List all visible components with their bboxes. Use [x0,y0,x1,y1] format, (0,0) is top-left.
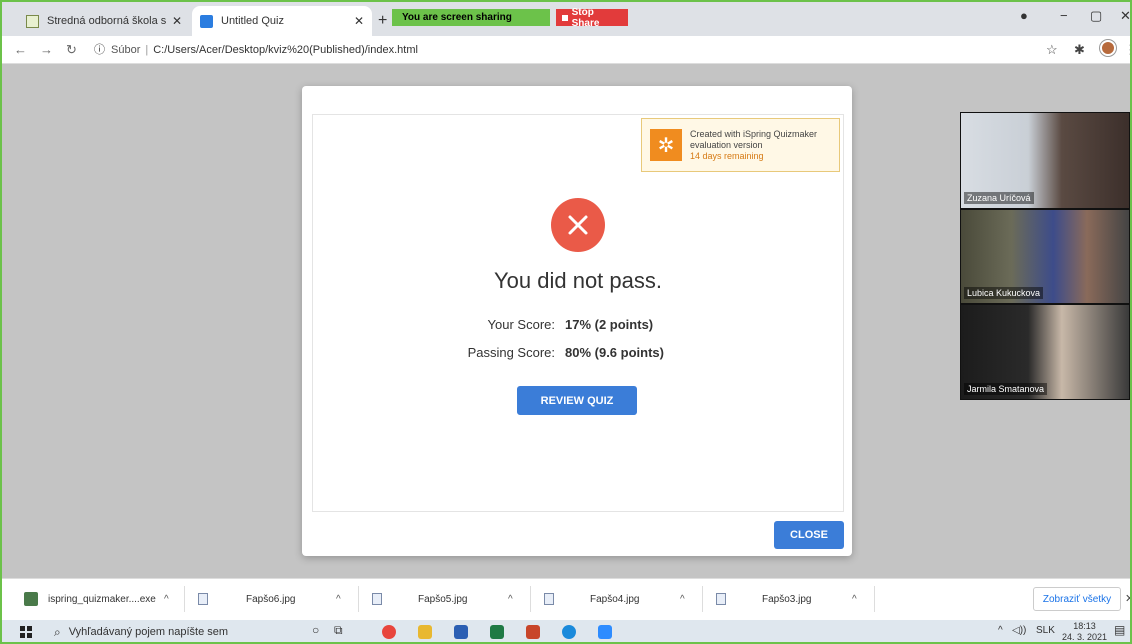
image-file-icon [372,593,382,605]
profile-avatar[interactable] [1100,40,1116,56]
ispring-logo-icon: ✲ [650,129,682,161]
fail-x-icon [551,198,605,252]
download-item[interactable]: Fapšo3.jpg ^ [716,578,876,620]
download-name: Fapšo6.jpg [246,593,296,605]
sharing-status: You are screen sharing [392,9,550,26]
your-score-value: 17% (2 points) [565,317,654,332]
participant-name: Zuzana Uríčová [964,192,1034,204]
chevron-up-icon[interactable]: ^ [508,594,513,605]
edge-icon[interactable] [562,625,576,639]
reload-icon[interactable]: ↻ [66,42,77,58]
site-favicon-icon [26,14,39,28]
download-item[interactable]: Fapšo5.jpg ^ [372,578,532,620]
passing-score-value: 80% (9.6 points) [565,345,664,360]
stop-share-button[interactable]: Stop Share [555,6,628,29]
address-bar[interactable]: ⓘ Súbor | C:/Users/Acer/Desktop/kviz%20(Pub… [94,41,418,57]
ispring-days-remaining: 14 days remaining [690,150,764,161]
security-label: Súbor [111,44,141,56]
info-icon: ⓘ [94,44,105,56]
exe-file-icon [24,592,38,606]
extensions-icon[interactable]: ✱ [1074,42,1085,58]
clock-time: 18:13 [1073,621,1096,631]
divider [702,586,703,612]
sharing-text: You are screen sharing [402,12,512,23]
tab-close-icon[interactable]: ✕ [354,14,364,28]
screen-share-bar: You are screen sharing Stop Share [392,6,628,29]
address-separator: | [145,44,149,56]
quiz-favicon-icon [200,14,213,28]
forward-icon[interactable]: → [40,42,53,57]
image-file-icon [544,593,554,605]
search-icon: ⌕ [54,624,61,639]
download-name: Fapšo3.jpg [762,593,812,605]
word-icon[interactable] [454,625,468,639]
chevron-up-icon[interactable]: ^ [336,594,341,605]
result-title: You did not pass. [494,268,662,293]
volume-icon[interactable]: ◁)) [1012,625,1026,636]
url-text: C:/Users/Acer/Desktop/kviz%20(Published)… [153,44,418,56]
zoom-icon[interactable] [598,625,612,639]
ispring-text: Created with iSpring Quizmaker evaluatio… [690,129,817,162]
tab-title: Untitled Quiz [221,15,284,27]
download-item[interactable]: ispring_quizmaker....exe ^ [24,578,184,620]
powerpoint-icon[interactable] [526,625,540,639]
bookmark-star-icon[interactable]: ☆ [1046,42,1058,58]
tab-title: Stredná odborná škola strojnícka [47,15,166,27]
clock-date: 24. 3. 2021 [1062,632,1108,642]
divider [184,586,185,612]
result-panel [312,114,844,512]
participant-video[interactable]: Lubica Kukuckova [960,209,1130,304]
record-icon[interactable]: ● [1020,8,1028,23]
ispring-banner[interactable]: ✲ Created with iSpring Quizmaker evaluat… [641,118,840,172]
new-tab-icon[interactable]: + [378,12,387,30]
chevron-up-icon[interactable]: ^ [164,594,169,605]
chevron-up-icon[interactable]: ^ [680,594,685,605]
excel-icon[interactable] [490,625,504,639]
passing-score-label: Passing Score: [467,345,555,360]
your-score-label: Your Score: [487,317,555,332]
download-name: ispring_quizmaker....exe [48,593,156,605]
participant-name: Jarmila Smatanova [964,383,1048,395]
taskbar-search[interactable]: ⌕ Vyhľadávaný pojem napíšte sem [46,620,298,644]
show-all-downloads-button[interactable]: Zobraziť všetky [1033,587,1121,611]
download-item[interactable]: Fapšo6.jpg ^ [198,578,358,620]
minimize-icon[interactable]: − [1060,8,1068,23]
download-name: Fapšo4.jpg [590,593,640,605]
cortana-icon[interactable]: ○ [312,623,319,637]
participant-video[interactable]: Zuzana Uríčová [960,112,1130,209]
back-icon[interactable]: ← [14,42,27,57]
review-quiz-button[interactable]: REVIEW QUIZ [517,386,637,415]
image-file-icon [198,593,208,605]
window-close-icon[interactable]: ✕ [1120,8,1131,24]
chrome-icon[interactable] [382,625,396,639]
maximize-icon[interactable]: ▢ [1090,8,1102,24]
search-placeholder: Vyhľadávaný pojem napíšte sem [68,626,229,638]
file-explorer-icon[interactable] [418,625,432,639]
stop-square-icon [561,14,568,21]
ispring-line1: Created with iSpring Quizmaker [690,128,818,139]
participant-name: Lubica Kukuckova [964,287,1044,299]
downloads-close-icon[interactable]: ✕ [1125,592,1132,605]
download-item[interactable]: Fapšo4.jpg ^ [544,578,704,620]
participant-video[interactable]: Jarmila Smatanova [960,304,1130,400]
tab-school[interactable]: Stredná odborná škola strojnícka ✕ [18,6,190,36]
notifications-icon[interactable]: ▤ [1114,623,1125,637]
tray-chevron-icon[interactable]: ^ [998,625,1003,636]
ispring-line2: evaluation version [690,139,763,150]
task-view-icon[interactable]: ⧉ [334,623,343,638]
language-indicator[interactable]: SLK [1036,625,1055,636]
system-clock[interactable]: 18:13 24. 3. 2021 [1062,621,1107,643]
divider [358,586,359,612]
divider [874,586,875,612]
download-name: Fapšo5.jpg [418,593,468,605]
menu-icon[interactable]: ⋮ [1124,42,1132,58]
chevron-up-icon[interactable]: ^ [852,594,857,605]
image-file-icon [716,593,726,605]
divider [530,586,531,612]
windows-start-icon[interactable] [20,626,32,638]
close-button[interactable]: CLOSE [774,521,844,549]
tab-quiz[interactable]: Untitled Quiz ✕ [192,6,372,36]
tab-close-icon[interactable]: ✕ [172,14,182,28]
stop-share-label: Stop Share [571,6,600,29]
